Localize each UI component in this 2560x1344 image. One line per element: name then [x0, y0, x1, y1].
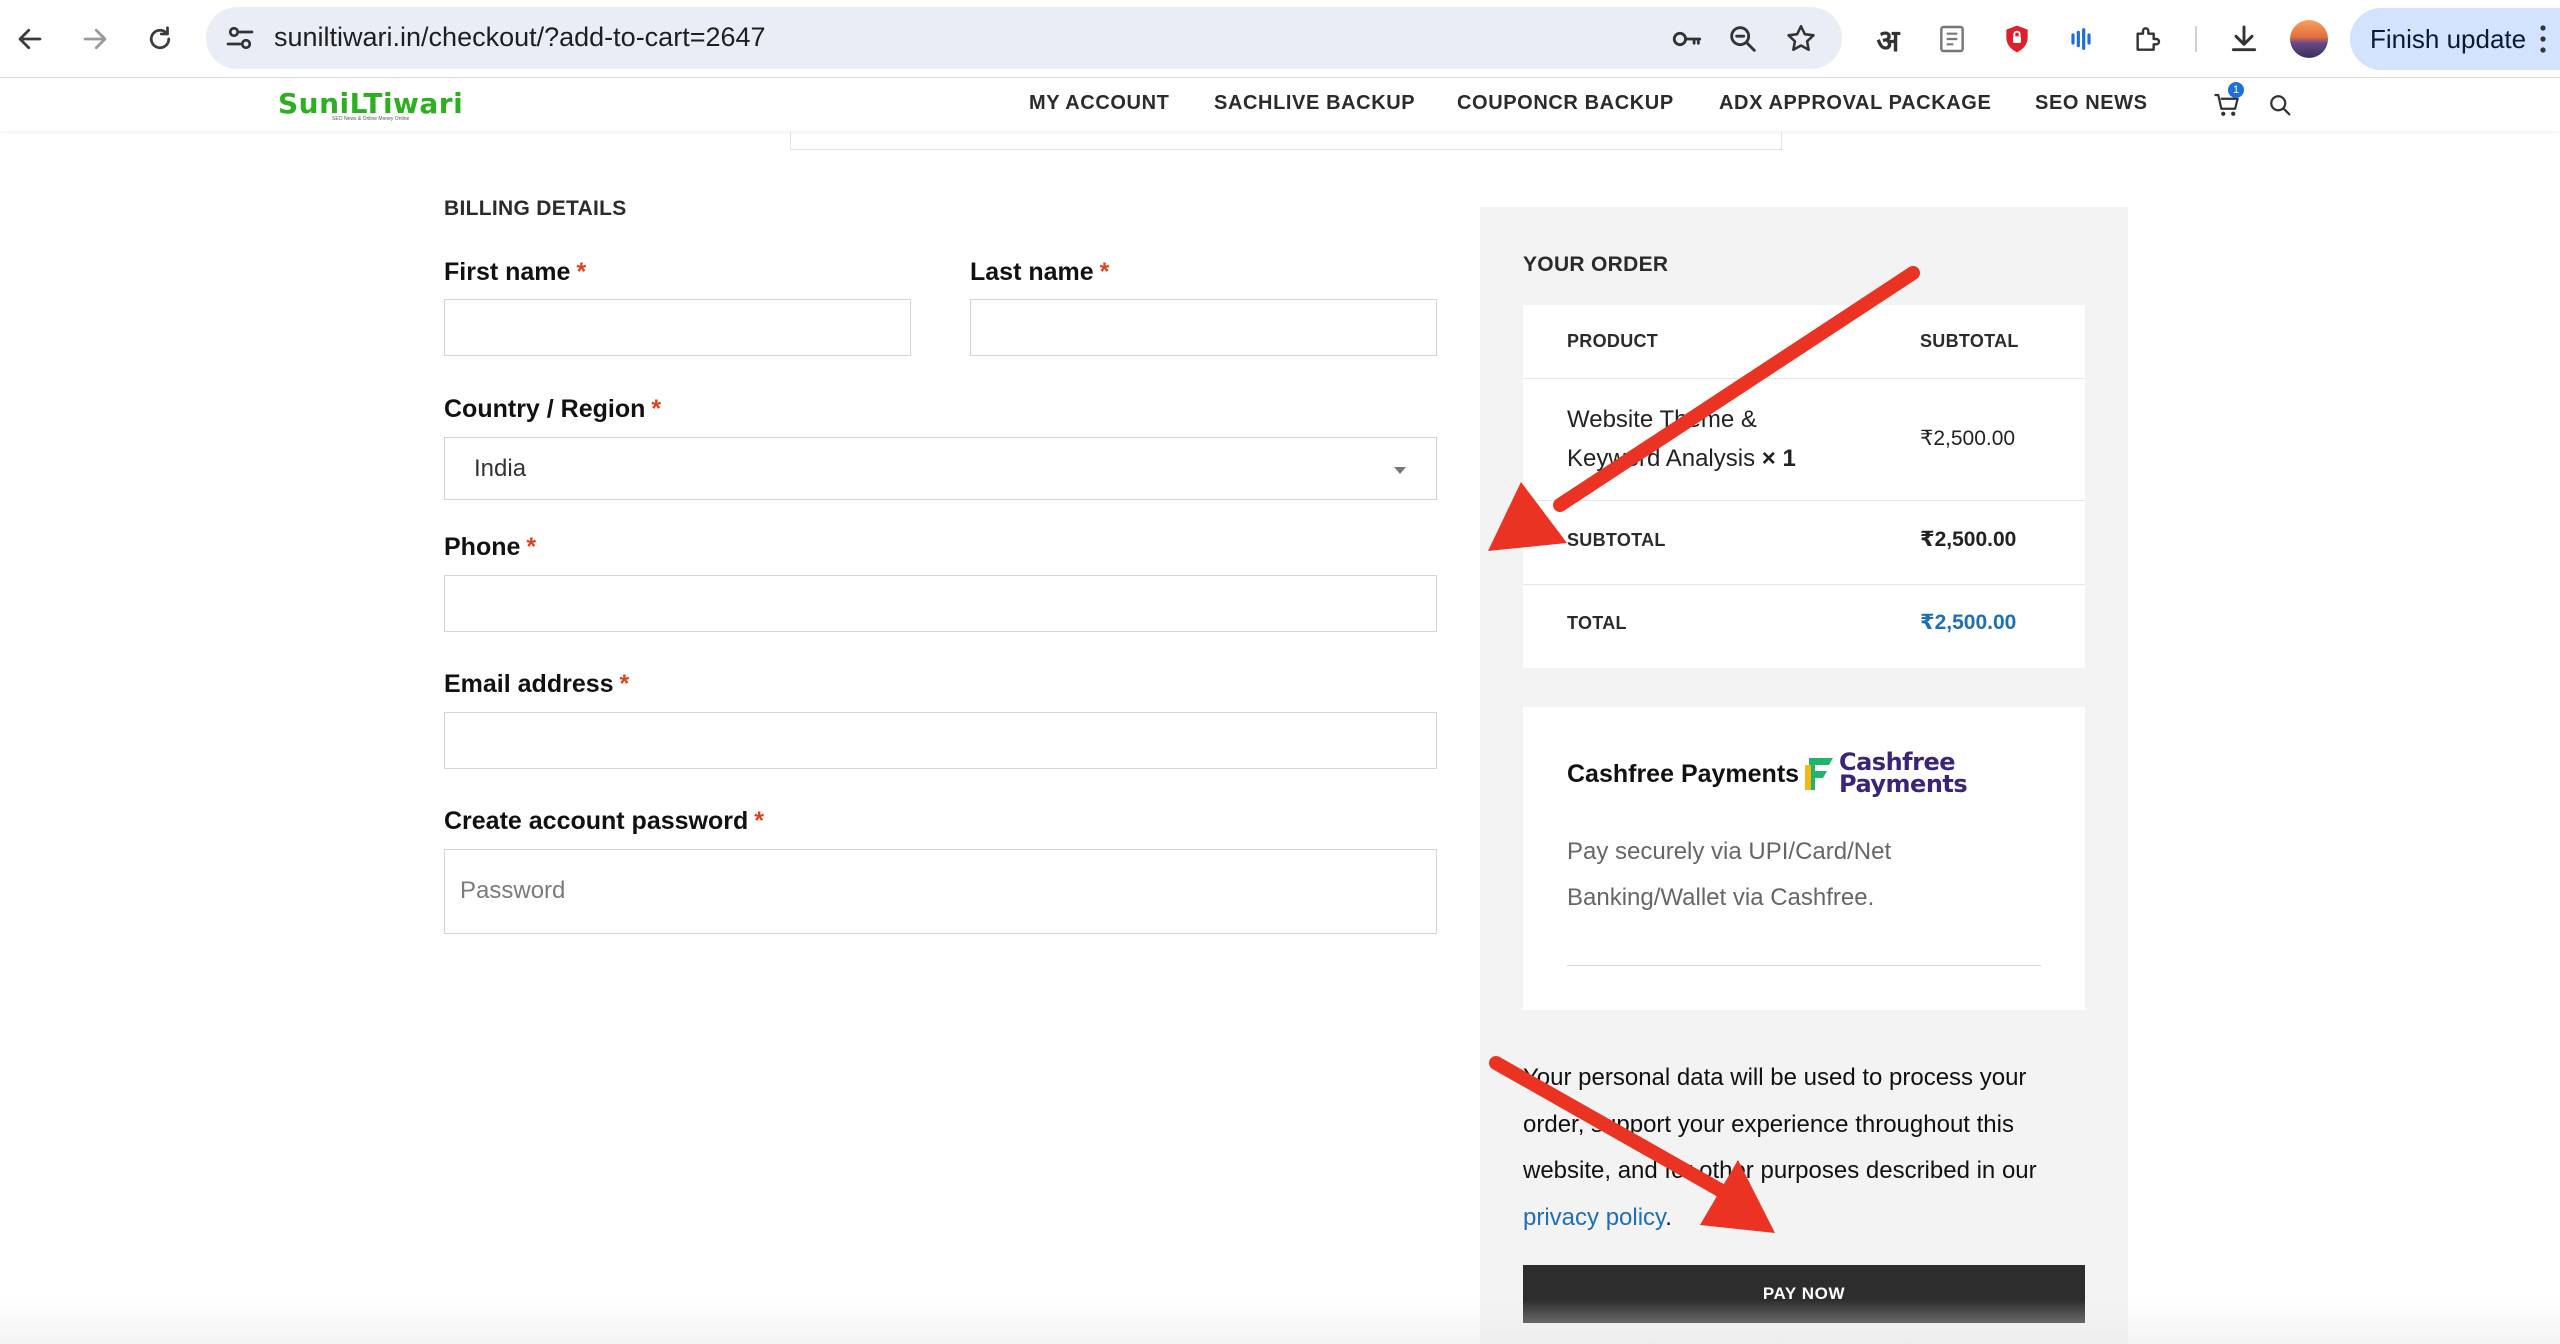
nav-sachlive-backup[interactable]: SACHLIVE BACKUP	[1214, 92, 1415, 115]
cart-count-badge: 1	[2228, 82, 2244, 98]
site-header: SuniLTiwari SEO News & Online Money Onli…	[0, 79, 2560, 131]
finish-update-label: Finish update	[2370, 24, 2527, 54]
payment-description: Pay securely via UPI/Card/Net Banking/Wa…	[1567, 838, 1892, 911]
extensions-puzzle-icon[interactable]	[2128, 20, 2166, 58]
back-icon[interactable]	[10, 19, 50, 59]
row-divider	[1523, 500, 2085, 501]
shield-extension-icon[interactable]	[1998, 20, 2036, 58]
total-label: TOTAL	[1567, 613, 1627, 633]
order-table: PRODUCT SUBTOTAL Website Theme & Keyword…	[1523, 305, 2085, 668]
annotation-arrows	[1488, 266, 1920, 1233]
bottom-shadow	[0, 1300, 2560, 1344]
email-input[interactable]	[444, 712, 1437, 769]
country-value: India	[474, 455, 527, 482]
payment-method-box[interactable]: Cashfree Payments Cashfree Payments Pay s…	[1523, 707, 2085, 1010]
product-quantity: × 1	[1761, 445, 1796, 472]
product-name: Website Theme & Keyword Analysis × 1	[1567, 406, 1796, 472]
nav-adx-approval-package[interactable]: ADX APPROVAL PACKAGE	[1719, 92, 1991, 115]
cashfree-logo: Cashfree Payments	[1803, 750, 1968, 796]
site-info-icon[interactable]	[222, 20, 258, 56]
privacy-notice: Your personal data will be used to proce…	[1523, 1064, 2037, 1231]
nav-couponcr-backup[interactable]: COUPONCR BACKUP	[1457, 92, 1674, 115]
phone-input[interactable]	[444, 575, 1437, 632]
site-logo-tagline: SEO News & Online Money Online	[332, 116, 410, 122]
coupon-box-edge	[790, 131, 1782, 150]
subtotal-value: ₹2,500.00	[1920, 528, 2017, 551]
more-menu-icon[interactable]	[2540, 24, 2546, 59]
bookmark-star-icon[interactable]	[1784, 22, 1818, 56]
site-search-icon[interactable]	[2266, 91, 2294, 119]
profile-avatar[interactable]	[2290, 20, 2328, 58]
country-label: Country / Region *	[444, 395, 662, 423]
translate-icon[interactable]: अ	[1869, 20, 1907, 59]
password-input[interactable]: Password	[444, 849, 1437, 934]
toolbar-divider	[2195, 26, 2197, 52]
first-name-label: First name *	[444, 258, 587, 286]
billing-details-title: BILLING DETAILS	[444, 197, 627, 220]
payment-divider	[1567, 965, 2041, 966]
last-name-input[interactable]	[970, 299, 1437, 356]
phone-label: Phone *	[444, 533, 537, 561]
first-name-input[interactable]	[444, 299, 911, 356]
nav-my-account[interactable]: MY ACCOUNT	[1029, 92, 1169, 115]
reload-icon[interactable]	[140, 19, 180, 59]
payment-method-title: Cashfree Payments	[1567, 760, 1800, 788]
url-text[interactable]: suniltiwari.in/checkout/?add-to-cart=264…	[274, 22, 766, 53]
reader-mode-icon[interactable]	[1933, 20, 1971, 58]
password-placeholder: Password	[460, 877, 566, 904]
chevron-down-icon	[1394, 467, 1406, 474]
total-value: ₹2,500.00	[1920, 611, 2017, 634]
product-price: ₹2,500.00	[1920, 427, 2016, 450]
browser-toolbar: suniltiwari.in/checkout/?add-to-cart=264…	[0, 0, 2560, 78]
subtotal-label: SUBTOTAL	[1567, 530, 1666, 550]
pay-now-button[interactable]: PAY NOW	[1523, 1265, 2085, 1323]
row-divider	[1523, 584, 2085, 585]
nav-seo-news[interactable]: SEO NEWS	[2035, 92, 2148, 115]
last-name-label: Last name *	[970, 258, 1110, 286]
your-order-title: YOUR ORDER	[1523, 253, 1669, 276]
email-label: Email address *	[444, 670, 630, 698]
country-select[interactable]: India	[444, 437, 1437, 500]
privacy-policy-link[interactable]: privacy policy	[1523, 1204, 1665, 1231]
row-divider	[1523, 378, 2085, 379]
forward-icon[interactable]	[75, 19, 115, 59]
password-label: Create account password *	[444, 807, 764, 835]
password-key-icon[interactable]	[1670, 22, 1704, 56]
address-bar[interactable]: suniltiwari.in/checkout/?add-to-cart=264…	[206, 7, 1842, 69]
download-icon[interactable]	[2225, 20, 2263, 58]
col-subtotal-header: SUBTOTAL	[1920, 331, 2019, 351]
cashfree-logo-line2: Payments	[1839, 770, 1968, 798]
audio-extension-icon[interactable]	[2062, 20, 2100, 58]
zoom-icon[interactable]	[1726, 22, 1760, 56]
finish-update-button[interactable]: Finish update	[2350, 8, 2560, 70]
col-product-header: PRODUCT	[1567, 331, 1659, 351]
